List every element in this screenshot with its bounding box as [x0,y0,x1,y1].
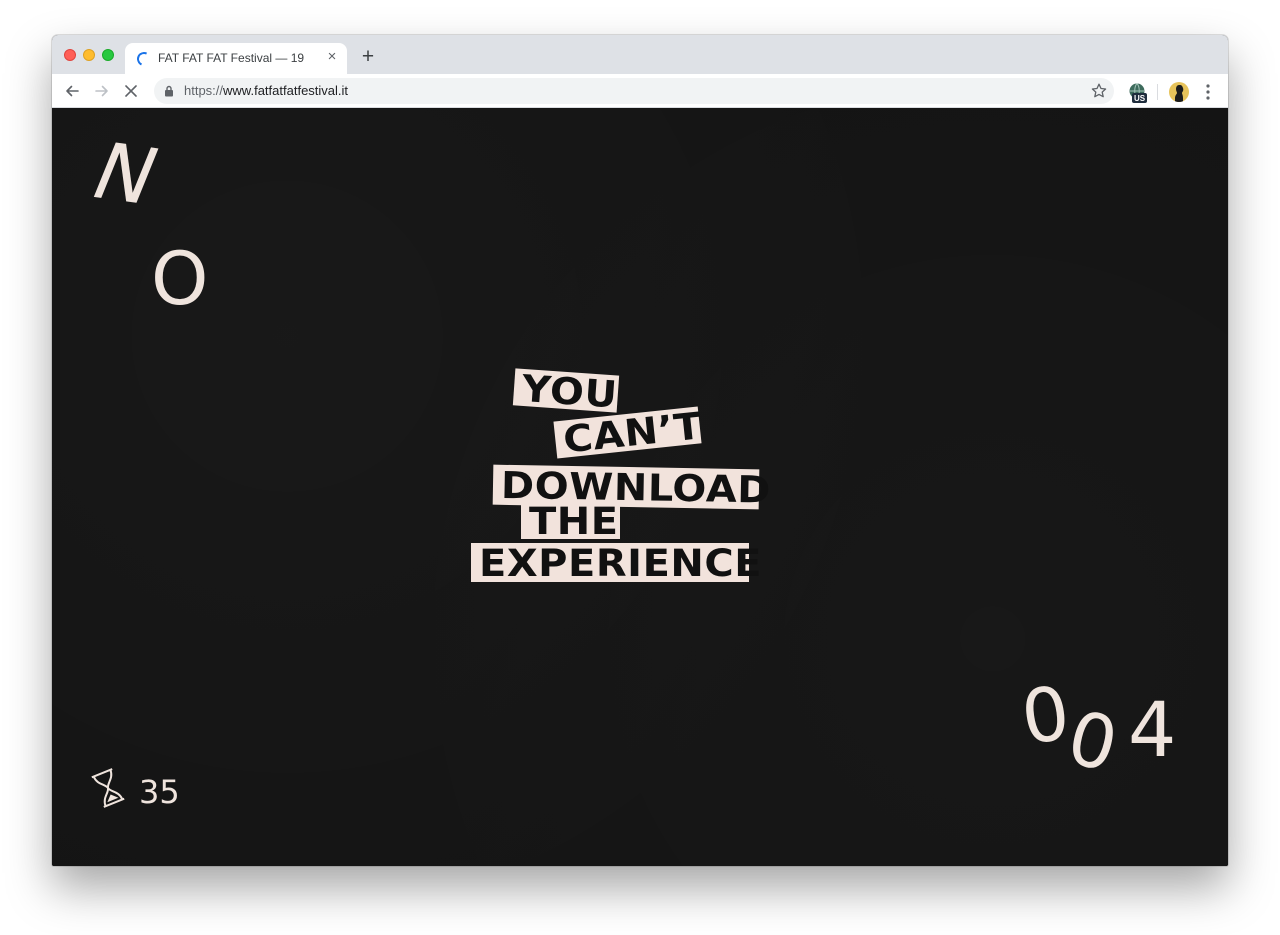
slogan-line-text: CAN’T [561,404,704,462]
toolbar-divider [1157,84,1158,100]
new-tab-button[interactable]: + [357,46,379,68]
close-window-button[interactable] [64,49,76,61]
stop-loading-button[interactable] [121,81,141,101]
tab-title: FAT FAT FAT Festival — 19 [158,51,305,65]
address-bar[interactable]: https://www.fatfatfatfestival.it [154,78,1114,104]
bookmark-star-icon[interactable] [1090,82,1108,100]
tab-bar: FAT FAT FAT Festival — 19 × + [52,35,1228,74]
browser-toolbar: https://www.fatfatfatfestival.it [52,74,1228,108]
back-arrow-icon [66,85,79,97]
url-host: www.fatfatfatfestival.it [223,83,349,98]
avatar-icon [1175,85,1184,102]
tab-active[interactable]: FAT FAT FAT Festival — 19 × [125,43,347,74]
slogan-line-you: YOU [512,367,620,417]
browser-window: FAT FAT FAT Festival — 19 × + https://ww… [52,35,1228,866]
tab-close-button[interactable]: × [324,49,340,65]
minimize-window-button[interactable] [83,49,95,61]
stop-x-icon [125,85,137,97]
slogan-line-cant: CAN’T [553,404,704,462]
loading-spinner-icon [135,50,153,68]
slogan-line-text: THE [529,500,619,543]
back-button[interactable] [62,81,82,101]
slogan-line-experience: EXPERIENCE [471,543,762,585]
maximize-window-button[interactable] [102,49,114,61]
page-viewport: N O YOU CAN’T DOWNLOAD THE EXPERIENCE 0 … [52,109,1228,866]
hourglass-icon [91,768,125,808]
forward-arrow-icon [95,85,108,97]
number-digit-third: 4 [1128,685,1177,774]
lock-icon [165,85,173,97]
browser-menu-button[interactable] [1203,83,1213,101]
slogan-line-text: EXPERIENCE [479,542,763,585]
countdown-counter: 35 [139,773,180,811]
url-text: https://www.fatfatfatfestival.it [184,83,348,98]
slogan-line-text: YOU [520,366,619,417]
url-scheme: https:// [184,83,224,98]
profile-avatar[interactable] [1169,82,1189,102]
extension-badge: US [1134,94,1146,103]
forward-button[interactable] [92,81,112,101]
slogan-line-the: THE [521,500,620,543]
more-vert-icon [1206,84,1210,100]
vpn-extension-icon[interactable]: US [1128,82,1148,104]
number-digit-first: 0 [1016,670,1075,762]
